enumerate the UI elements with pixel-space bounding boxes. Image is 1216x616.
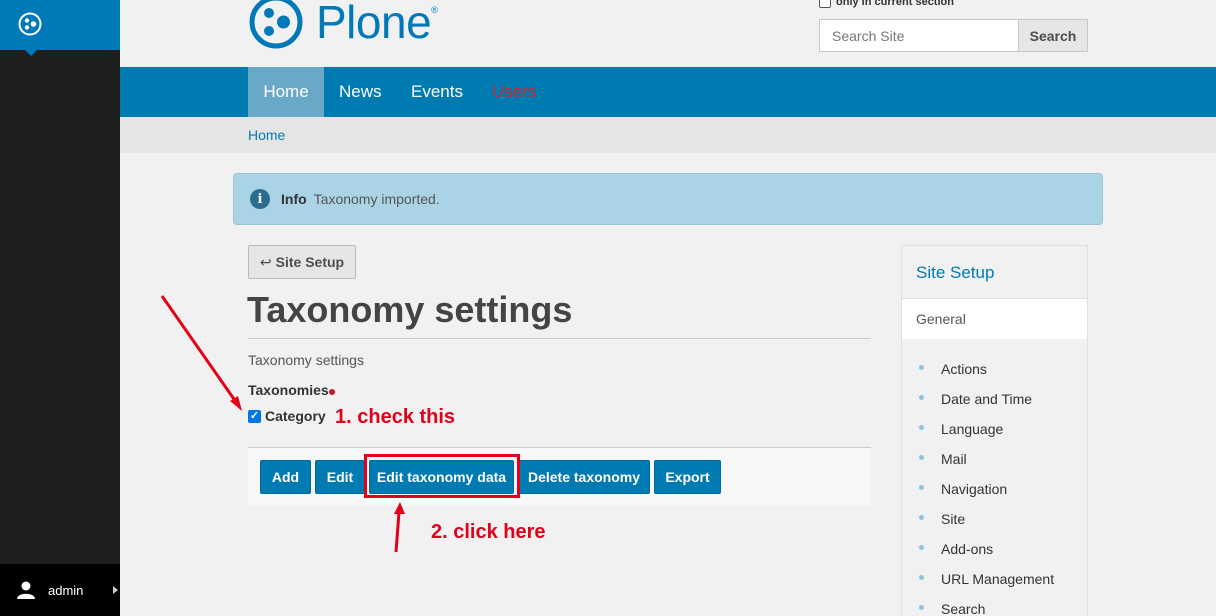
site-setup-portlet: Site Setup General Actions Date and Time… (901, 245, 1088, 616)
portlet-item-actions[interactable]: Actions (902, 355, 1087, 385)
annotation-step-1: 1. check this (335, 406, 456, 428)
portlet-item-navigation[interactable]: Navigation (902, 475, 1087, 505)
portlet-item-search[interactable]: Search (902, 595, 1087, 616)
portlet-item-add-ons[interactable]: Add-ons (902, 535, 1087, 565)
arrow-to-button-icon (394, 502, 405, 553)
portlet-item-mail[interactable]: Mail (902, 445, 1087, 475)
portlet-item-site[interactable]: Site (902, 505, 1087, 535)
portlet-item-language[interactable]: Language (902, 415, 1087, 445)
portlet-section-general: General (916, 311, 966, 327)
arrow-to-checkbox-icon (160, 295, 242, 411)
portlet-item-date-and-time[interactable]: Date and Time (902, 385, 1087, 415)
portlet-item-url-management[interactable]: URL Management (902, 565, 1087, 595)
annotation-step-2: 2. click here (431, 521, 546, 543)
portlet-list: Actions Date and Time Language Mail Navi… (902, 339, 1087, 616)
portlet-title-link[interactable]: Site Setup (902, 246, 1087, 299)
